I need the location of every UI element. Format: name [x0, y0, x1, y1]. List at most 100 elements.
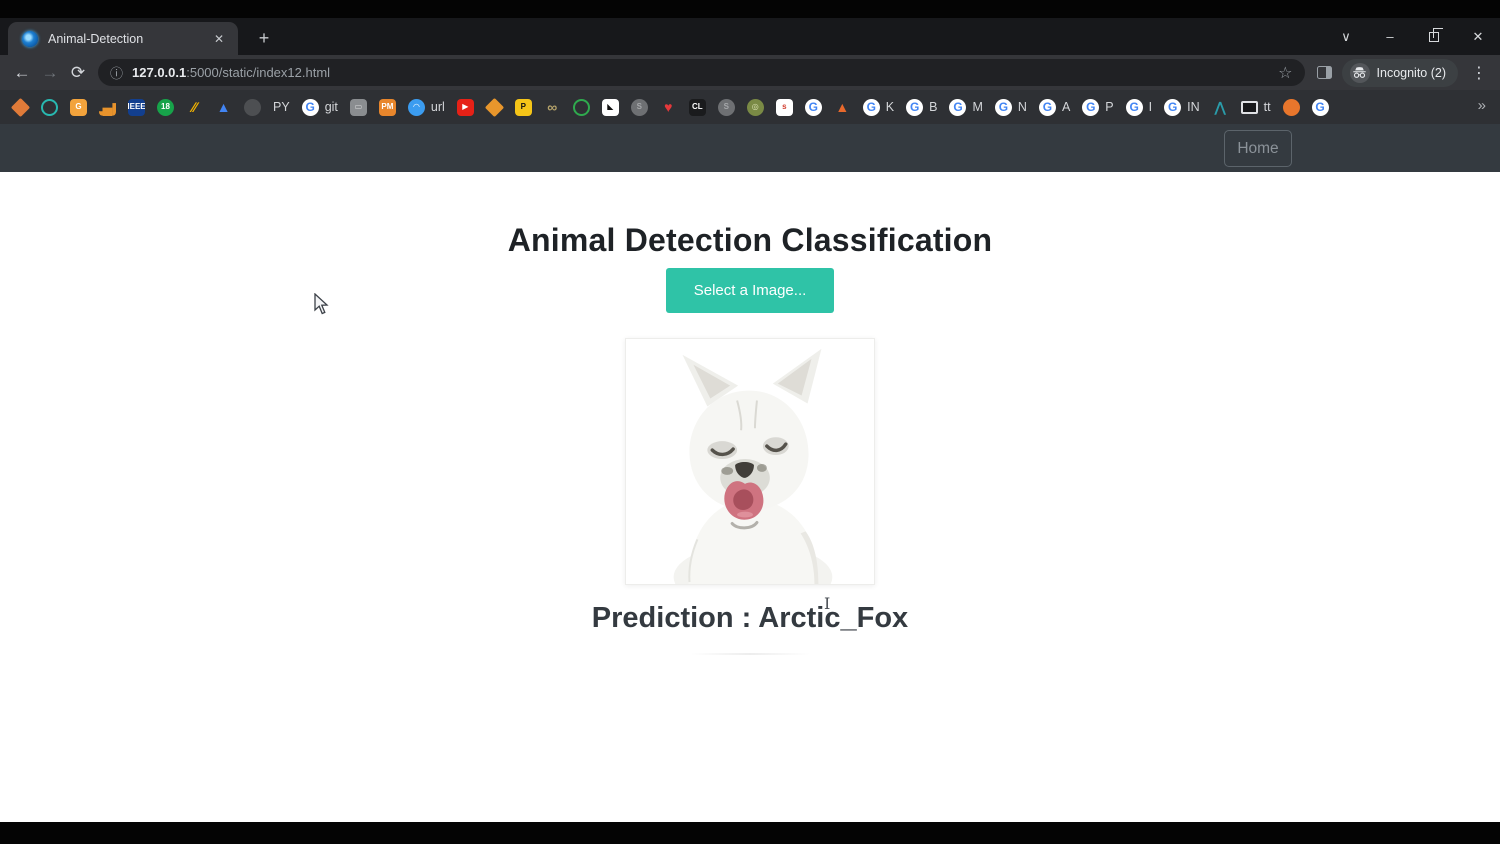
bookmark-orange-diamond[interactable]	[486, 99, 503, 116]
bookmarks-bar-items: G▂▄▆IEEE18∕∕▲PYGgit▭PM◠url▶P∞◣S♥CLS◎sG▲G…	[12, 99, 1329, 116]
bookmark-yellow-slashes-icon: ∕∕	[186, 99, 203, 116]
bookmark-teal-ring-logo[interactable]	[41, 99, 58, 116]
window-close-button[interactable]: ✕	[1456, 20, 1500, 54]
bookmark-yellow-p[interactable]: P	[515, 99, 532, 116]
bookmark-google-i[interactable]: GI	[1126, 99, 1152, 116]
back-button[interactable]: ←	[8, 59, 36, 87]
reload-button[interactable]: ⟳	[64, 59, 92, 87]
bookmark-google-in[interactable]: GIN	[1164, 99, 1200, 116]
bookmark-google-b[interactable]: GB	[906, 99, 937, 116]
bookmark-google-n[interactable]: GN	[995, 99, 1027, 116]
window-minimize-button[interactable]: –	[1368, 20, 1412, 54]
select-image-button[interactable]: Select a Image...	[666, 268, 834, 313]
bookmark-youtube-icon: ▶	[457, 99, 474, 116]
bookmark-google-2-icon: G	[1312, 99, 1329, 116]
bookmark-bar-chart-icon: ▂▄▆	[99, 99, 116, 116]
restore-icon	[1429, 32, 1439, 42]
bookmark-orange-sun[interactable]	[1283, 99, 1300, 116]
bookmark-yellow-p-icon: P	[515, 99, 532, 116]
bookmark-bird-logo[interactable]: ◣	[602, 99, 619, 116]
bookmark-matlab-icon: ▲	[834, 99, 851, 116]
bookmark-slides-red[interactable]: s	[776, 99, 793, 116]
bookmark-google-m[interactable]: GM	[949, 99, 982, 116]
bookmark-pm-orange[interactable]: PM	[379, 99, 396, 116]
url-host: 127.0.0.1	[132, 65, 186, 80]
bookmark-orange-sun-icon	[1283, 99, 1300, 116]
bookmark-google-i-icon: G	[1126, 99, 1143, 116]
letterbox-bottom	[0, 822, 1500, 844]
browser-tab-active[interactable]: Animal-Detection ✕	[8, 22, 238, 55]
bookmark-google-git-label: git	[325, 100, 338, 114]
bookmark-monitor-tt[interactable]: tt	[1241, 100, 1271, 114]
bookmark-py[interactable]: PY	[273, 100, 290, 114]
bookmark-google-1-icon: G	[805, 99, 822, 116]
bookmark-google-p[interactable]: GP	[1082, 99, 1113, 116]
bookmark-matlab[interactable]: ▲	[834, 99, 851, 116]
bookmark-gray-briefcase-icon: ▭	[350, 99, 367, 116]
bookmark-google-k[interactable]: GK	[863, 99, 894, 116]
bookmark-google-i-label: I	[1149, 100, 1152, 114]
forward-button[interactable]: →	[36, 59, 64, 87]
bookmark-star-icon[interactable]: ☆	[1278, 63, 1292, 83]
bookmark-bar-chart[interactable]: ▂▄▆	[99, 99, 116, 116]
tab-close-icon[interactable]: ✕	[210, 30, 228, 48]
bookmark-heart[interactable]: ♥	[660, 99, 677, 116]
new-tab-button[interactable]: +	[252, 27, 276, 51]
bookmark-yellow-slashes[interactable]: ∕∕	[186, 99, 203, 116]
bookmark-olive-circle[interactable]: ◎	[747, 99, 764, 116]
bookmarks-bar: G▂▄▆IEEE18∕∕▲PYGgit▭PM◠url▶P∞◣S♥CLS◎sG▲G…	[0, 90, 1500, 124]
bookmark-orange-arrow[interactable]	[12, 99, 29, 116]
bookmark-url-cloud-icon: ◠	[408, 99, 425, 116]
url-path: :5000/static/index12.html	[186, 65, 330, 80]
bookmark-teal-mountain[interactable]: ⋀	[1212, 99, 1229, 116]
bookmark-s-gray-1[interactable]: S	[631, 99, 648, 116]
bookmark-google-git[interactable]: Ggit	[302, 99, 338, 116]
bookmark-cl-black[interactable]: CL	[689, 99, 706, 116]
bookmark-py-label: PY	[273, 100, 290, 114]
tab-search-icon[interactable]: ∨	[1324, 20, 1368, 54]
bookmark-s-gray-2-icon: S	[718, 99, 735, 116]
bookmark-google-b-label: B	[929, 100, 937, 114]
address-bar[interactable]: ⓘ 127.0.0.1:5000/static/index12.html ☆	[98, 59, 1305, 86]
home-button[interactable]: Home	[1224, 130, 1292, 167]
tab-title: Animal-Detection	[48, 32, 210, 46]
bookmark-monitor-tt-icon	[1241, 101, 1258, 114]
mouse-cursor	[314, 293, 329, 315]
bookmark-bird-logo-icon: ◣	[602, 99, 619, 116]
incognito-icon	[1350, 63, 1370, 83]
bookmark-google-n-icon: G	[995, 99, 1012, 116]
bookmark-binoculars[interactable]: ∞	[544, 99, 561, 116]
bookmark-s-gray-2[interactable]: S	[718, 99, 735, 116]
bookmark-teal-mountain-icon: ⋀	[1212, 99, 1229, 116]
bookmark-youtube[interactable]: ▶	[457, 99, 474, 116]
bookmark-google-1[interactable]: G	[805, 99, 822, 116]
bookmark-url-cloud-label: url	[431, 100, 445, 114]
bookmark-green-ring[interactable]	[573, 99, 590, 116]
window-restore-button[interactable]	[1412, 20, 1456, 54]
browser-menu-icon[interactable]: ⋮	[1466, 63, 1492, 83]
bookmark-google-2[interactable]: G	[1312, 99, 1329, 116]
bookmark-ieee[interactable]: IEEE	[128, 99, 145, 116]
bookmark-google-m-label: M	[972, 100, 982, 114]
bookmark-google-k-icon: G	[863, 99, 880, 116]
bookmark-gray-briefcase[interactable]: ▭	[350, 99, 367, 116]
bookmark-google-b-icon: G	[906, 99, 923, 116]
side-panel-icon[interactable]	[1317, 66, 1332, 79]
bookmarks-overflow-icon[interactable]: »	[1478, 97, 1486, 114]
bookmark-cl-black-icon: CL	[689, 99, 706, 116]
bookmark-google-a-label: A	[1062, 100, 1070, 114]
bookmark-google-ads[interactable]: ▲	[215, 99, 232, 116]
bookmark-google-m-icon: G	[949, 99, 966, 116]
url-text: 127.0.0.1:5000/static/index12.html	[132, 65, 1270, 80]
bookmark-18-badge[interactable]: 18	[157, 99, 174, 116]
bookmark-github[interactable]	[244, 99, 261, 116]
incognito-badge: Incognito (2)	[1342, 59, 1458, 87]
arctic-fox-illustration	[626, 339, 874, 584]
bookmark-url-cloud[interactable]: ◠ url	[408, 99, 445, 116]
bookmark-orange-building[interactable]: G	[70, 99, 87, 116]
incognito-label: Incognito (2)	[1377, 66, 1446, 80]
bookmark-google-a[interactable]: GA	[1039, 99, 1070, 116]
bookmark-google-p-icon: G	[1082, 99, 1099, 116]
site-info-icon[interactable]: ⓘ	[110, 63, 123, 82]
prediction-text: Prediction : Arctic_Fox	[0, 602, 1500, 635]
